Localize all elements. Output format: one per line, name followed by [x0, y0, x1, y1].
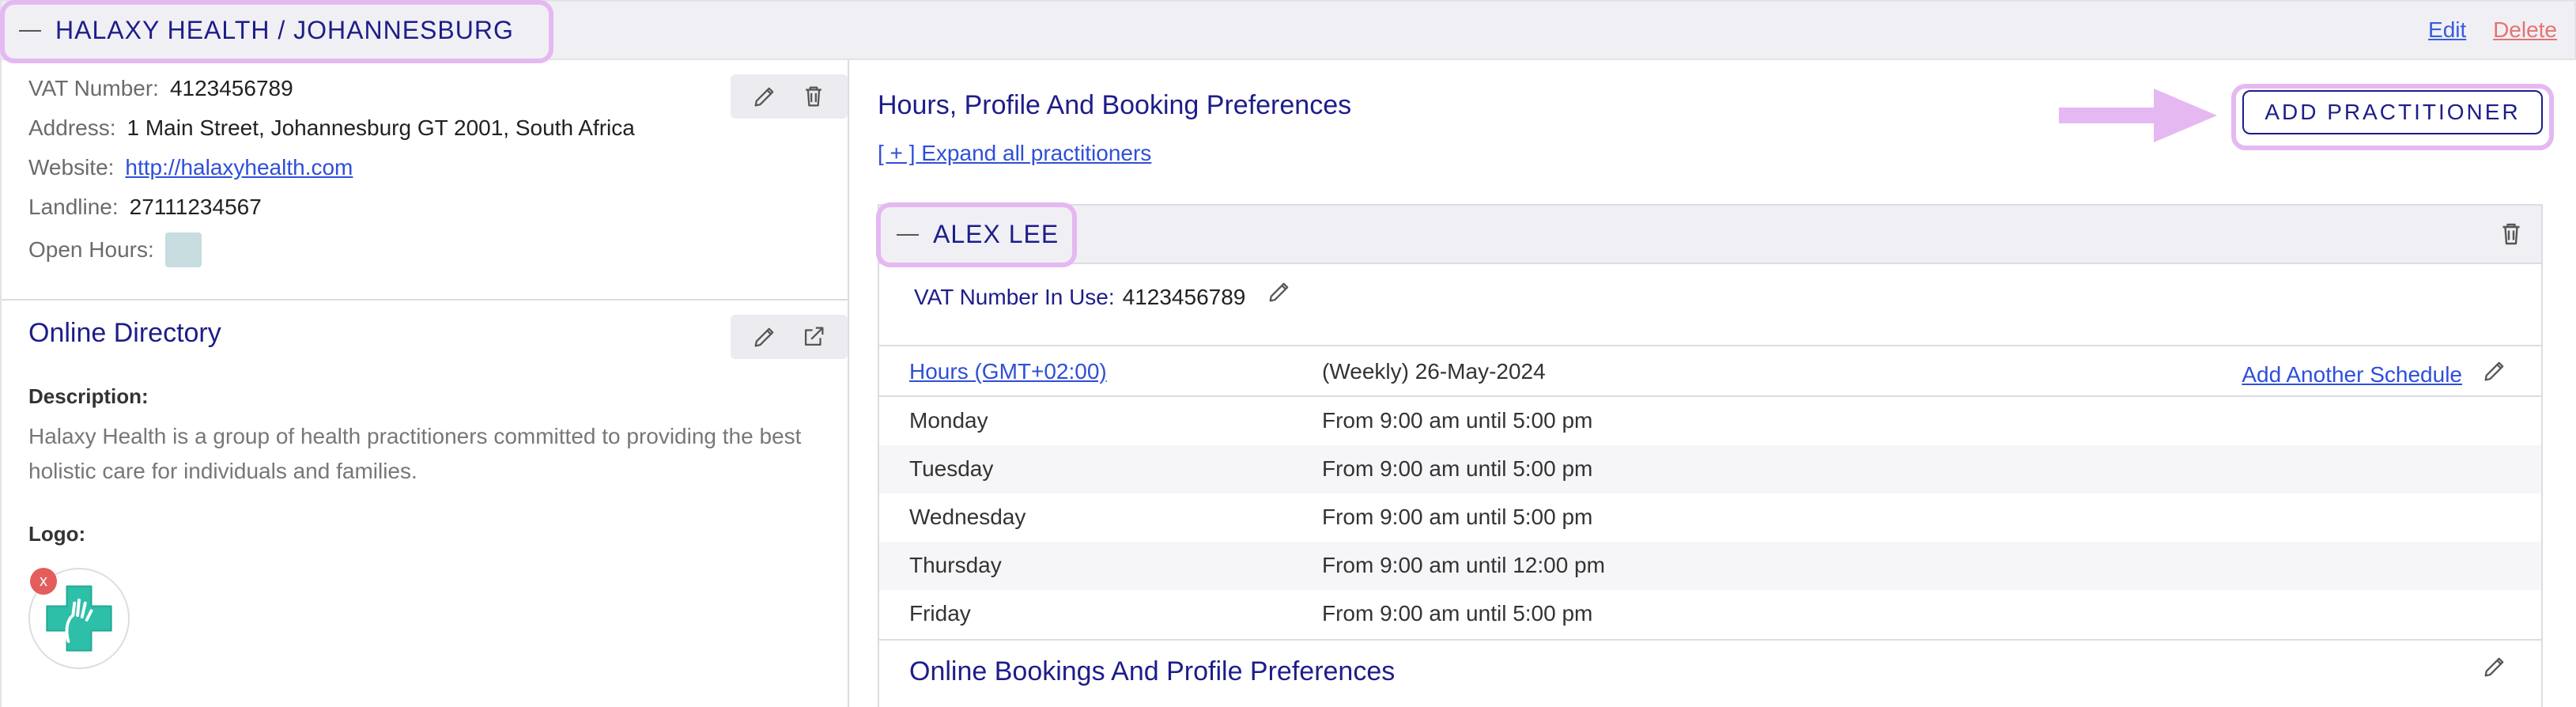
- trash-icon[interactable]: [2497, 220, 2525, 248]
- practitioner-header: ALEX LEE: [879, 206, 2541, 264]
- remove-logo-button[interactable]: x: [30, 568, 57, 595]
- pencil-icon[interactable]: [2481, 653, 2508, 680]
- day-name: Thursday: [909, 553, 1002, 577]
- bookings-section: Online Bookings And Profile Preferences: [879, 639, 2541, 707]
- expand-practitioners-link[interactable]: [ + ] Expand all practitioners: [878, 141, 1151, 166]
- section-divider: [2, 299, 849, 301]
- day-hours: From 9:00 am until 5:00 pm: [1322, 505, 1593, 529]
- schedule-header: Hours (GMT+02:00) (Weekly) 26-May-2024 A…: [879, 345, 2541, 397]
- day-hours: From 9:00 am until 5:00 pm: [1322, 408, 1593, 433]
- description-text: Halaxy Health is a group of health pract…: [28, 424, 802, 483]
- landline-value: 27111234567: [129, 195, 262, 219]
- bookings-title: Online Bookings And Profile Preferences: [909, 656, 1396, 686]
- day-hours: From 9:00 am until 12:00 pm: [1322, 553, 1605, 577]
- external-link-icon[interactable]: [800, 323, 827, 350]
- schedule-row: Thursday From 9:00 am until 12:00 pm: [879, 542, 2541, 590]
- day-hours: From 9:00 am until 5:00 pm: [1322, 456, 1593, 481]
- day-name: Wednesday: [909, 505, 1026, 529]
- day-name: Monday: [909, 408, 988, 433]
- preferences-title: Hours, Profile And Booking Preferences: [878, 90, 1352, 120]
- schedule-row: Monday From 9:00 am until 5:00 pm: [879, 397, 2541, 445]
- title-highlight: [0, 0, 553, 63]
- directory-actions: [731, 315, 848, 359]
- day-name: Friday: [909, 601, 971, 626]
- practitioner-highlight: [876, 202, 1077, 267]
- vat-value: 4123456789: [169, 76, 293, 100]
- logo-label: Logo:: [28, 522, 86, 546]
- pencil-icon[interactable]: [751, 323, 778, 350]
- landline-row: Landline: 27111234567: [28, 195, 262, 220]
- online-directory-title: Online Directory: [28, 318, 221, 348]
- add-practitioner-button[interactable]: ADD PRACTITIONER: [2242, 90, 2543, 134]
- address-label: Address:: [28, 115, 116, 140]
- schedule-row: Tuesday From 9:00 am until 5:00 pm: [879, 445, 2541, 493]
- pencil-icon[interactable]: [1266, 278, 1293, 305]
- delete-location-link[interactable]: Delete: [2493, 17, 2557, 42]
- practitioner-vat-label: VAT Number In Use:: [914, 285, 1115, 309]
- practitioner-card: ALEX LEE VAT Number In Use: 4123456789 H…: [876, 202, 2543, 707]
- open-hours-swatch[interactable]: [164, 233, 202, 267]
- description-label: Description:: [28, 384, 149, 408]
- schedule-row: Friday From 9:00 am until 5:00 pm: [879, 590, 2541, 638]
- pencil-icon[interactable]: [751, 83, 778, 110]
- pointer-arrow-icon: [2059, 89, 2217, 142]
- website-row: Website: http://halaxyhealth.com: [28, 155, 353, 180]
- website-link[interactable]: http://halaxyhealth.com: [125, 155, 353, 180]
- trash-icon[interactable]: [800, 83, 827, 110]
- open-hours-label: Open Hours:: [28, 237, 154, 262]
- day-name: Tuesday: [909, 456, 994, 481]
- edit-location-link[interactable]: Edit: [2428, 17, 2466, 42]
- address-value: 1 Main Street, Johannesburg GT 2001, Sou…: [127, 115, 635, 140]
- open-hours-row: Open Hours:: [28, 233, 202, 267]
- schedule-row: Wednesday From 9:00 am until 5:00 pm: [879, 493, 2541, 542]
- pencil-icon[interactable]: [2481, 357, 2508, 384]
- schedule-label: (Weekly) 26-May-2024: [1322, 359, 1546, 384]
- details-actions: [731, 74, 848, 119]
- timezone-link[interactable]: Hours (GMT+02:00): [909, 359, 1107, 384]
- vat-row: VAT Number: 4123456789: [28, 76, 293, 101]
- landline-label: Landline:: [28, 195, 119, 219]
- vat-label: VAT Number:: [28, 76, 159, 100]
- day-hours: From 9:00 am until 5:00 pm: [1322, 601, 1593, 626]
- address-row: Address: 1 Main Street, Johannesburg GT …: [28, 115, 635, 141]
- add-schedule-link[interactable]: Add Another Schedule: [2242, 362, 2462, 388]
- header-actions: Edit Delete: [2408, 17, 2557, 43]
- practitioner-vat-row: VAT Number In Use: 4123456789: [914, 282, 1293, 310]
- practitioner-vat-value: 4123456789: [1122, 285, 1246, 309]
- location-details-panel: VAT Number: 4123456789 Address: 1 Main S…: [0, 60, 849, 707]
- website-label: Website:: [28, 155, 115, 180]
- preferences-panel: Hours, Profile And Booking Preferences […: [849, 60, 2576, 707]
